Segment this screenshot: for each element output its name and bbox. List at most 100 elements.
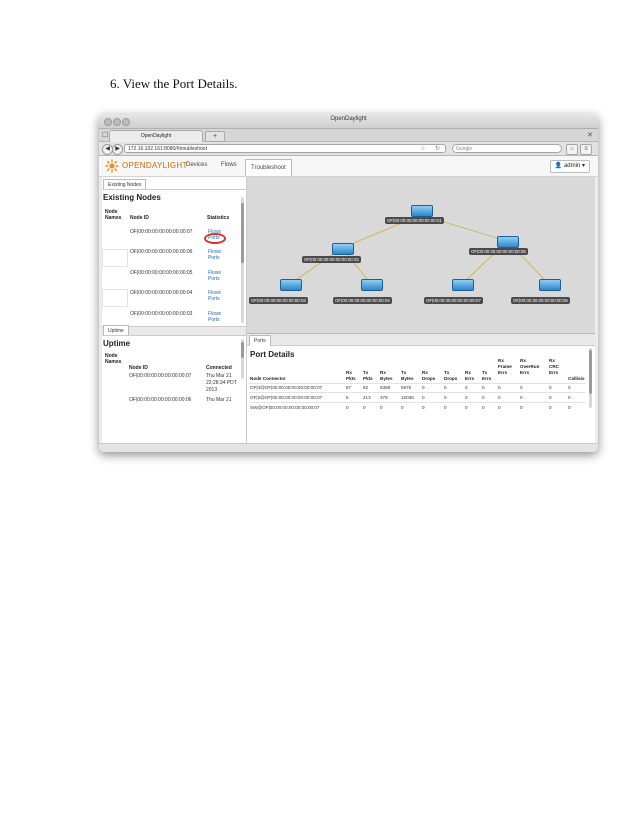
ports-scrollbar[interactable] [589, 348, 592, 408]
tx-drops: 0 [444, 405, 447, 410]
switch-node-icon[interactable] [539, 279, 561, 291]
topology-links [289, 214, 550, 285]
rx-bytes: 0 [380, 405, 383, 410]
column-header: Tx Pkts [363, 370, 373, 381]
ports-link[interactable]: Ports [208, 317, 220, 322]
home-icon[interactable]: ⌂ [566, 144, 578, 155]
column-header-node-names: Node Names [105, 209, 122, 221]
rx-pkts: 0 [346, 405, 349, 410]
column-header: Rx Drops [422, 370, 436, 381]
menu-icon[interactable]: ≡ [580, 144, 592, 155]
existing-nodes-title: Existing Nodes [103, 193, 161, 202]
url-bar[interactable]: 172.16.102.161:8080/#troubleshoot ☆ ↻ [124, 144, 446, 153]
tx-drops: 0 [444, 395, 447, 400]
tx-bytes: 0 [401, 405, 404, 410]
rx-overrun-errs: 0 [520, 405, 523, 410]
column-header: Rx Pkts [346, 370, 356, 381]
collisions: 0 [568, 385, 571, 390]
node-id: OF|00:00:00:00:00:00:00:04 [130, 290, 193, 296]
uptime-scroll-thumb[interactable] [241, 342, 244, 358]
rx-bytes: 6356 [380, 385, 391, 390]
search-input[interactable]: Google [452, 144, 562, 153]
column-header: Rx OverRun Errs [520, 358, 540, 375]
port-details-title: Port Details [250, 350, 295, 359]
node-id: OF|00:00:00:00:00:00:00:07 [130, 229, 193, 235]
switch-node-icon[interactable] [332, 243, 354, 255]
nodes-scrollbar[interactable] [241, 197, 244, 323]
node-id: OF|00:00:00:00:00:00:00:03 [130, 311, 193, 317]
close-icon[interactable]: ✕ [587, 131, 593, 139]
rx-pkts: 87 [346, 385, 352, 390]
rx-crc-errs: 0 [549, 385, 552, 390]
rx-drops: 0 [422, 405, 425, 410]
column-header: Rx Bytes [380, 370, 393, 381]
tx-errs: 0 [482, 395, 485, 400]
node-label[interactable]: OF|00:00:00:00:00:00:00:01 [385, 217, 444, 224]
bookmark-star-icon[interactable]: ☆ [420, 145, 425, 154]
node-id: OF|00:00:00:00:00:00:00:07 [129, 373, 192, 379]
node-connector: OF|3@OF|00:00:00:00:00:00:00:07 [250, 385, 323, 390]
node-label[interactable]: OF|00:00:00:00:00:00:00:03 [249, 297, 308, 304]
column-header: Rx Frame Errs [498, 358, 512, 375]
tab-troubleshoot[interactable]: Troubleshoot [245, 159, 292, 176]
user-menu-button[interactable]: 👤 admin ▾ [549, 160, 590, 173]
node-label[interactable]: OF|00:00:00:00:00:00:00:05 [469, 248, 528, 255]
node-id: OF|00:00:00:00:00:00:00:06 [129, 397, 192, 403]
tx-errs: 0 [482, 405, 485, 410]
ports-scroll-thumb[interactable] [589, 350, 592, 394]
browser-window: OpenDaylight ☐ OpenDaylight + ✕ ◀ ▶ 172.… [99, 114, 598, 452]
url-text: 172.16.102.161:8080/#troubleshoot [128, 146, 207, 152]
status-strip [99, 443, 598, 452]
tab-devices[interactable]: Devices [186, 162, 207, 168]
node-label[interactable]: OF|00:00:00:00:00:00:00:02 [302, 256, 361, 263]
topology-view[interactable]: OF|00:00:00:00:00:00:00:01 OF|00:00:00:0… [247, 177, 595, 334]
rx-errs: 0 [465, 385, 468, 390]
tx-pkts: 82 [363, 385, 369, 390]
browser-toolbar: ◀ ▶ 172.16.102.161:8080/#troubleshoot ☆ … [99, 142, 598, 156]
node-label[interactable]: OF|00:00:00:00:00:00:00:07 [424, 297, 483, 304]
rx-frame-errs: 0 [498, 385, 501, 390]
switch-node-icon[interactable] [411, 205, 433, 217]
column-header: Tx Bytes [401, 370, 414, 381]
new-tab-button[interactable]: + [205, 131, 225, 142]
left-pane: Existing Nodes Existing Nodes Node Names… [102, 177, 247, 443]
switch-node-icon[interactable] [497, 236, 519, 248]
ports-link[interactable]: Ports [208, 296, 220, 302]
column-header: Rx Errs [465, 370, 475, 381]
highlight-circle [204, 233, 226, 244]
connected-time: Thu Mar 21 [206, 397, 232, 403]
column-header-connected: Connected [206, 365, 232, 371]
tab-checkbox-icon[interactable]: ☐ [102, 131, 108, 139]
rx-errs: 0 [465, 405, 468, 410]
logo-icon [105, 159, 119, 173]
column-header-node-id: Node ID [130, 215, 149, 221]
rx-frame-errs: 0 [498, 405, 501, 410]
brand-name: OPENDAYLIGHT [122, 161, 188, 170]
node-id: OF|00:00:00:00:00:00:00:05 [130, 270, 193, 276]
browser-tab[interactable]: OpenDaylight [109, 130, 203, 142]
connected-time: Thu Mar 21 22:28:34 PDT 2013 [206, 373, 237, 393]
tab-ports[interactable]: Ports [249, 335, 271, 346]
nodes-scroll-thumb[interactable] [241, 203, 244, 263]
tx-pkts: 213 [363, 395, 371, 400]
node-label[interactable]: OF|00:00:00:00:00:00:00:04 [333, 297, 392, 304]
column-header: Rx CRC Errs [549, 358, 559, 375]
rx-drops: 0 [422, 395, 425, 400]
collisions: 0 [568, 395, 571, 400]
ports-link[interactable]: Ports [208, 255, 220, 261]
node-label[interactable]: OF|00:00:00:00:00:00:00:06 [511, 297, 570, 304]
forward-arrow-icon[interactable]: ▶ [112, 144, 123, 155]
tx-bytes: 15036 [401, 395, 414, 400]
step-heading: 6. View the Port Details. [110, 76, 238, 91]
tx-errs: 0 [482, 385, 485, 390]
switch-node-icon[interactable] [361, 279, 383, 291]
app-header: OPENDAYLIGHT Devices Flows Troubleshoot … [99, 156, 598, 177]
tab-flows[interactable]: Flows [221, 162, 237, 168]
switch-node-icon[interactable] [452, 279, 474, 291]
uptime-scrollbar[interactable] [241, 339, 244, 379]
switch-node-icon[interactable] [280, 279, 302, 291]
ports-link[interactable]: Ports [208, 276, 220, 282]
column-header: Node Connector [250, 376, 286, 381]
reload-icon[interactable]: ↻ [435, 145, 440, 154]
rx-overrun-errs: 0 [520, 385, 523, 390]
